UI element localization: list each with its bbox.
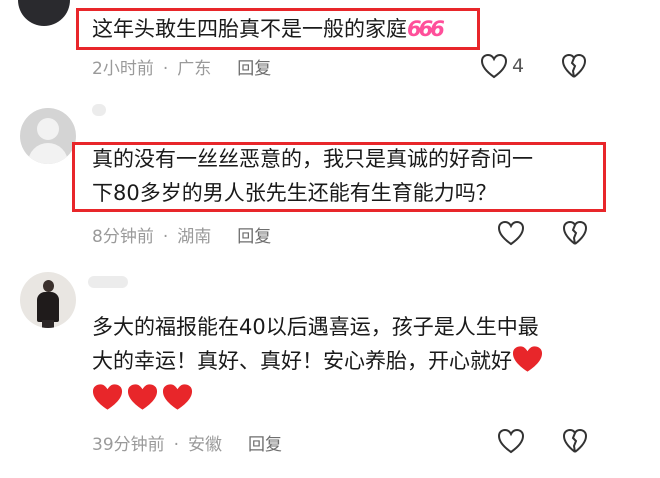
username <box>92 104 106 116</box>
comment-text-line: 下80多岁的男人张先生还能有生育能力吗？ <box>92 181 497 205</box>
timestamp: 2小时前 <box>92 59 154 79</box>
like-heart-icon[interactable] <box>497 220 525 246</box>
reply-button[interactable]: 回复 <box>237 54 271 79</box>
location: 广东 <box>177 59 212 79</box>
like-heart-icon[interactable] <box>497 428 525 454</box>
dislike-broken-heart-icon[interactable] <box>561 53 587 79</box>
avatar[interactable] <box>20 272 76 328</box>
red-heart-icon <box>512 346 543 372</box>
reply-button[interactable]: 回复 <box>248 430 282 455</box>
timestamp: 8分钟前 <box>92 227 154 247</box>
emoji-666: 666 <box>407 17 445 41</box>
avatar[interactable] <box>18 0 70 26</box>
like-heart-icon[interactable] <box>480 53 508 79</box>
comment-text: 这年头敢生四胎真不是一般的家庭666 <box>92 12 445 46</box>
location: 安徽 <box>188 435 223 455</box>
comment-text-line: 这年头敢生四胎真不是一般的家庭 <box>92 17 407 41</box>
reply-button[interactable]: 回复 <box>237 222 271 247</box>
location: 湖南 <box>177 227 212 247</box>
comment-text: 多大的福报能在40以后遇喜运，孩子是人生中最 大的幸运！真好、真好！安心养胎，开… <box>92 310 543 416</box>
comment-meta: 39分钟前 · 安徽 回复 <box>92 430 282 455</box>
red-heart-icon <box>127 384 158 410</box>
comment-meta: 8分钟前 · 湖南 回复 <box>92 222 271 247</box>
comment-text-line: 大的幸运！真好、真好！安心养胎，开心就好 <box>92 349 512 373</box>
like-count: 4 <box>512 55 525 77</box>
username <box>88 276 128 288</box>
avatar[interactable] <box>20 108 76 164</box>
dislike-broken-heart-icon[interactable] <box>562 220 588 246</box>
red-heart-icon <box>92 384 123 410</box>
comment-text-line: 真的没有一丝丝恶意的，我只是真诚的好奇问一 <box>92 147 533 171</box>
comment-text-line: 多大的福报能在40以后遇喜运，孩子是人生中最 <box>92 315 539 339</box>
comment-text: 真的没有一丝丝恶意的，我只是真诚的好奇问一 下80多岁的男人张先生还能有生育能力… <box>92 142 533 210</box>
timestamp: 39分钟前 <box>92 435 165 455</box>
comment-meta: 2小时前 · 广东 回复 <box>92 54 271 79</box>
dislike-broken-heart-icon[interactable] <box>562 428 588 454</box>
red-heart-icon <box>162 384 193 410</box>
